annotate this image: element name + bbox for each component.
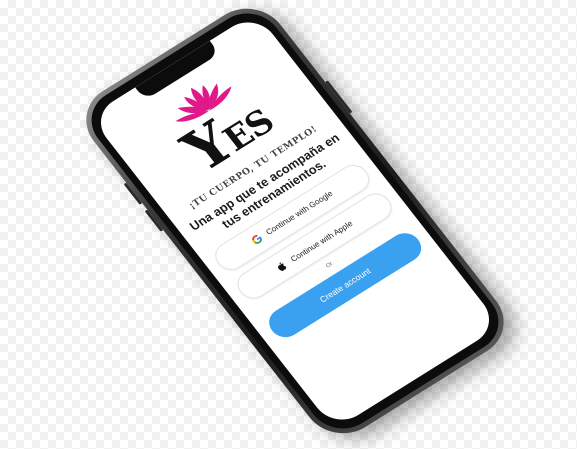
apple-icon <box>277 261 286 271</box>
or-divider-label: Or <box>324 260 335 270</box>
phone-bezel: Y ES ¡TU CUERPO, TU TEMPLO! Una app que … <box>77 1 513 441</box>
phone-mockup: Y ES ¡TU CUERPO, TU TEMPLO! Una app que … <box>70 0 520 448</box>
scene: Y ES ¡TU CUERPO, TU TEMPLO! Una app que … <box>0 0 577 448</box>
google-icon <box>252 234 262 244</box>
phone-screen: Y ES ¡TU CUERPO, TU TEMPLO! Una app que … <box>89 12 501 430</box>
